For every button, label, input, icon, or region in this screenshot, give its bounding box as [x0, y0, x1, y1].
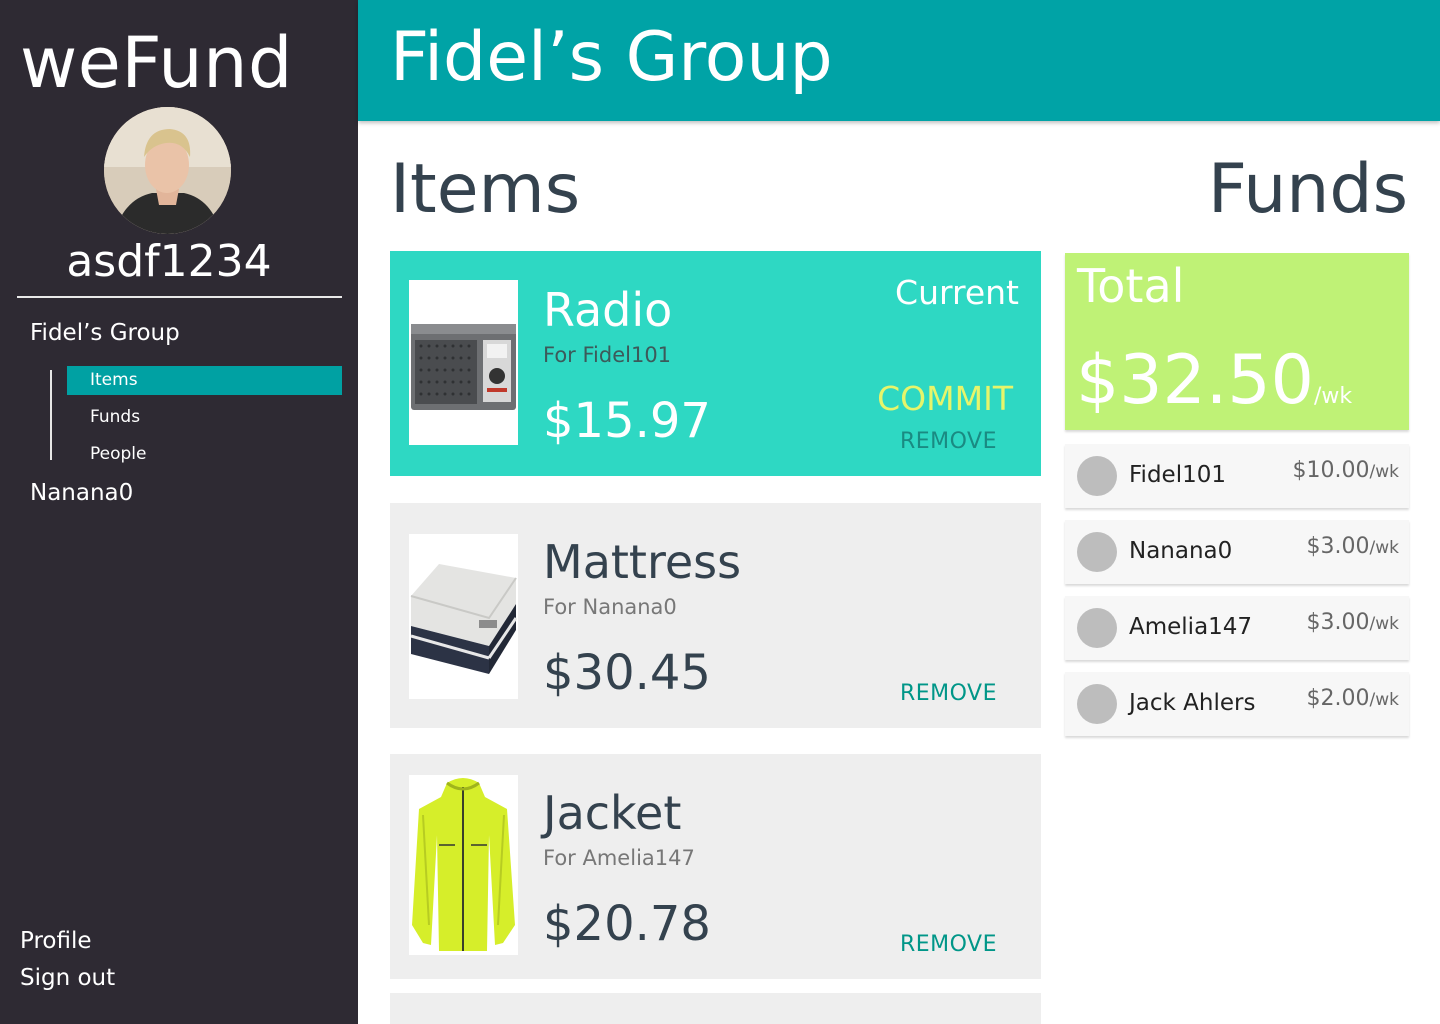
brand-logo[interactable]: weFund: [20, 22, 293, 104]
contributor-amount: $2.00/wk: [1307, 686, 1399, 711]
item-price: $20.78: [543, 896, 711, 952]
sidebar-item-funds[interactable]: Funds: [67, 403, 342, 432]
contributor-amount-value: $3.00: [1306, 534, 1370, 559]
contributor-amount-unit: /wk: [1369, 614, 1399, 634]
item-card-jacket[interactable]: Jacket For Amelia147 $20.78 REMOVE: [390, 754, 1041, 979]
profile-link[interactable]: Profile: [20, 928, 92, 954]
username: asdf1234: [66, 236, 272, 287]
mattress-image: [409, 534, 518, 699]
remove-button[interactable]: REMOVE: [900, 429, 997, 454]
commit-button[interactable]: COMMIT: [877, 379, 1013, 418]
sidebar-item-people[interactable]: People: [67, 440, 342, 469]
funds-total-card: Total $32.50/wk: [1065, 253, 1409, 430]
contributor-name: Fidel101: [1129, 462, 1226, 488]
contributor-avatar: [1077, 608, 1117, 648]
contributor-avatar: [1077, 684, 1117, 724]
sidebar-divider: [17, 296, 342, 298]
items-heading: Items: [390, 150, 581, 229]
contributor-avatar: [1077, 456, 1117, 496]
sidebar-group-nanana0[interactable]: Nanana0: [30, 480, 133, 506]
item-card-partial[interactable]: [390, 993, 1041, 1024]
item-name: Mattress: [543, 535, 742, 589]
item-price: $15.97: [543, 393, 711, 449]
item-recipient: For Amelia147: [543, 846, 695, 870]
fund-row[interactable]: Jack Ahlers $2.00/wk: [1065, 672, 1409, 736]
total-label: Total: [1077, 259, 1185, 313]
contributor-amount-value: $3.00: [1306, 610, 1370, 635]
fund-row[interactable]: Nanana0 $3.00/wk: [1065, 520, 1409, 584]
item-price: $30.45: [543, 645, 711, 701]
contributor-amount-unit: /wk: [1369, 462, 1399, 482]
item-card-mattress[interactable]: Mattress For Nanana0 $30.45 REMOVE: [390, 503, 1041, 728]
sidebar-group-fidels-group[interactable]: Fidel’s Group: [30, 320, 180, 346]
contributor-amount: $3.00/wk: [1307, 534, 1399, 559]
sidebar-subnav-line: [50, 370, 52, 460]
item-name: Jacket: [543, 786, 682, 840]
contributor-name: Amelia147: [1129, 614, 1253, 640]
contributor-amount-value: $2.00: [1306, 686, 1370, 711]
contributor-name: Nanana0: [1129, 538, 1233, 564]
header-bar: Fidel’s Group: [358, 0, 1440, 121]
item-name: Radio: [543, 283, 673, 337]
total-amount: $32.50/wk: [1076, 341, 1352, 420]
radio-image: [409, 280, 518, 445]
remove-button[interactable]: REMOVE: [900, 932, 997, 957]
contributor-amount-unit: /wk: [1369, 538, 1399, 558]
current-status-label: Current: [895, 273, 1019, 312]
item-recipient: For Fidel101: [543, 343, 672, 367]
jacket-image: [409, 775, 518, 955]
contributor-name: Jack Ahlers: [1129, 690, 1256, 716]
remove-button[interactable]: REMOVE: [900, 681, 997, 706]
sidebar-item-items[interactable]: Items: [67, 366, 342, 395]
avatar[interactable]: [104, 107, 231, 234]
sign-out-link[interactable]: Sign out: [20, 965, 115, 991]
fund-row[interactable]: Amelia147 $3.00/wk: [1065, 596, 1409, 660]
total-amount-unit: /wk: [1313, 384, 1353, 409]
item-card-radio[interactable]: Radio For Fidel101 $15.97 Current COMMIT…: [390, 251, 1041, 476]
page-title: Fidel’s Group: [390, 18, 833, 97]
contributor-amount: $10.00/wk: [1293, 458, 1399, 483]
contributor-amount-value: $10.00: [1292, 458, 1370, 483]
contributor-avatar: [1077, 532, 1117, 572]
contributor-amount-unit: /wk: [1369, 690, 1399, 710]
fund-row[interactable]: Fidel101 $10.00/wk: [1065, 444, 1409, 508]
contributor-amount: $3.00/wk: [1307, 610, 1399, 635]
total-amount-value: $32.50: [1076, 341, 1314, 420]
item-recipient: For Nanana0: [543, 595, 677, 619]
funds-heading: Funds: [1207, 150, 1408, 229]
sidebar: weFund asdf1234 Fidel’s Group Items Fund…: [0, 0, 358, 1024]
